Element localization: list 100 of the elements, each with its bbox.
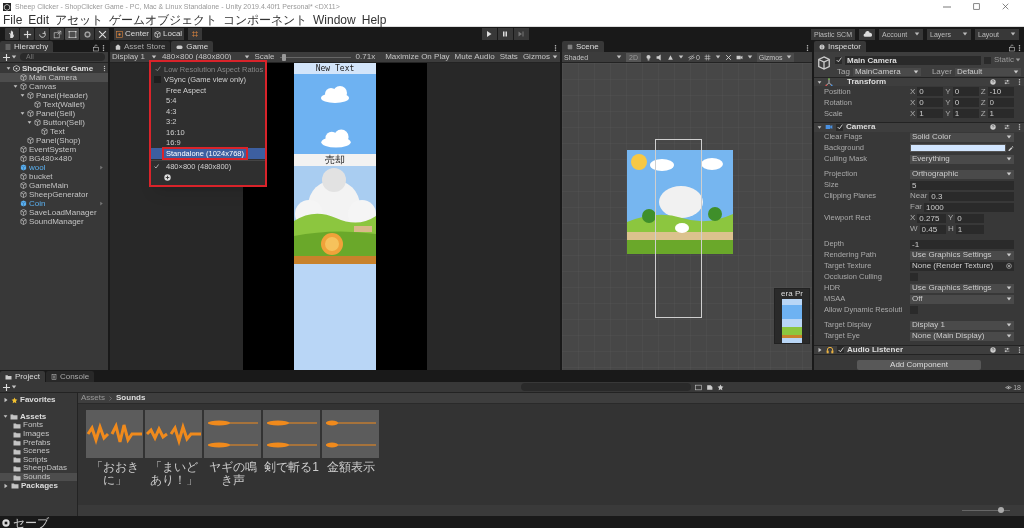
more-icon[interactable] (1018, 44, 1021, 52)
caret-icon[interactable] (817, 346, 823, 353)
waveform-thumbnail[interactable] (204, 410, 261, 458)
input-field[interactable]: -10 (987, 87, 1014, 97)
more-icon[interactable] (554, 44, 557, 52)
menu-item[interactable]: File (3, 13, 23, 26)
menu-item[interactable]: Edit (28, 13, 50, 26)
waveform-thumbnail[interactable] (263, 410, 320, 458)
static-dropdown[interactable]: Static (994, 56, 1021, 64)
hierarchy-item[interactable]: Canvas (0, 82, 108, 91)
waveform-thumbnail[interactable] (145, 410, 202, 458)
input-field[interactable]: 1 (917, 109, 944, 119)
dropdown-field[interactable]: None (Main Display) (910, 331, 1014, 341)
hand-icon[interactable] (7, 29, 17, 39)
eyedropper-icon[interactable] (1008, 145, 1014, 152)
input-field[interactable]: 0 (917, 87, 944, 97)
hierarchy-item[interactable]: SheepGenerator (0, 190, 108, 199)
menu-item[interactable]: Help (361, 13, 387, 26)
name-field[interactable]: Main Camera (845, 55, 981, 65)
object-field[interactable]: None (Render Texture) (910, 261, 1014, 271)
more-icon[interactable] (102, 44, 105, 52)
hierarchy-item[interactable]: Text(Wallet) (0, 100, 108, 109)
more-icon[interactable] (1018, 78, 1021, 87)
dropdown-field[interactable]: Use Graphics Settings (910, 283, 1014, 293)
pause-icon[interactable] (501, 30, 509, 38)
target-icon[interactable] (1006, 263, 1012, 270)
menu-item[interactable]: コンポーネント (223, 13, 308, 26)
input-field[interactable]: 5 (910, 180, 1014, 190)
tag-dropdown[interactable]: MainCamera (852, 68, 921, 76)
menu-item[interactable]: アセット (55, 13, 104, 26)
panel-tab[interactable]: Inspector (814, 41, 866, 52)
more-icon[interactable] (1018, 345, 1021, 354)
input-field[interactable]: 0.45 (919, 224, 946, 234)
rotate-icon[interactable] (37, 29, 47, 39)
project-tree-item[interactable]: Scripts (0, 455, 77, 465)
dropdown-field[interactable]: Display 1 (910, 320, 1014, 330)
sell-button[interactable]: 売却 (294, 154, 376, 166)
input-field[interactable]: 0.3 (929, 191, 1014, 201)
active-checkbox[interactable] (835, 56, 842, 64)
gizmos-dropdown[interactable]: Gizmos (522, 53, 558, 61)
panel-tab[interactable]: Asset Store (110, 41, 171, 52)
input-field[interactable]: 0 (917, 98, 944, 108)
breadcrumb-item[interactable]: Assets (81, 394, 105, 402)
more-icon[interactable] (1018, 123, 1021, 132)
hierarchy-item[interactable]: SaveLoadManager (0, 208, 108, 217)
waveform-thumbnail[interactable] (86, 410, 143, 458)
asset-name[interactable]: 「まいどあり！」 (145, 461, 202, 487)
grid-icon[interactable] (703, 53, 711, 61)
input-field[interactable]: 1 (955, 224, 984, 234)
presets-icon[interactable] (1004, 124, 1010, 131)
asset-name[interactable]: ヤギの鳴き声 (204, 461, 261, 487)
search-field[interactable] (521, 383, 691, 391)
dropdown-field[interactable]: Solid Color (910, 132, 1014, 142)
panel-tab[interactable]: Game (171, 41, 214, 52)
input-field[interactable]: 1000 (924, 202, 1014, 212)
more-icon[interactable] (103, 65, 106, 72)
panel-tab[interactable]: Scene (562, 41, 604, 52)
hierarchy-item[interactable]: Main Camera (0, 73, 108, 82)
tools-icon[interactable] (97, 29, 107, 39)
slider-thumb[interactable] (997, 507, 1004, 513)
scale-icon[interactable] (52, 29, 62, 39)
input-field[interactable]: 0 (987, 98, 1014, 108)
close-icon[interactable] (1002, 3, 1009, 10)
project-tree-item[interactable]: Images (0, 429, 77, 439)
input-field[interactable]: 0 (955, 213, 984, 223)
hierarchy-item[interactable]: Panel(Shop) (0, 136, 108, 145)
tools-icon[interactable] (724, 53, 732, 61)
hierarchy-item[interactable]: GameMain (0, 181, 108, 190)
asset-name[interactable]: 剣で斬る1 (263, 461, 320, 474)
breadcrumb-item[interactable]: Sounds (116, 394, 146, 402)
more-icon[interactable] (806, 44, 809, 52)
grid-snap-icon[interactable] (191, 30, 200, 38)
toggle-button[interactable]: Mute Audio (454, 53, 495, 61)
step-icon[interactable] (517, 30, 525, 38)
hierarchy-item[interactable]: wool (0, 163, 108, 172)
move-icon[interactable] (22, 29, 32, 39)
star-icon[interactable] (717, 383, 724, 391)
input-field[interactable]: 1 (987, 109, 1014, 119)
resolution-dropdown[interactable]: 480×800 (480x800) (161, 53, 250, 61)
project-tree-item[interactable]: Packages (0, 481, 77, 490)
camera-icon[interactable] (735, 53, 743, 61)
presets-icon[interactable] (1004, 79, 1010, 86)
dropdown-field[interactable]: Orthographic (910, 169, 1014, 179)
input-field[interactable]: 1 (952, 109, 979, 119)
waveform-thumbnail[interactable] (322, 410, 379, 458)
panel-tab[interactable]: Hierarchy (0, 41, 54, 52)
enabled-checkbox[interactable] (837, 346, 844, 354)
hierarchy-item[interactable]: Button(Sell) (0, 118, 108, 127)
enabled-checkbox[interactable] (836, 124, 843, 131)
light-bulb-icon[interactable] (644, 53, 652, 61)
hierarchy-item[interactable]: Text (0, 127, 108, 136)
slider-thumb[interactable] (282, 53, 287, 61)
add-component-button[interactable]: Add Component (857, 360, 981, 370)
panel-tab[interactable]: Console (45, 371, 95, 382)
hierarchy-item[interactable]: SoundManager (0, 217, 108, 226)
caret-icon[interactable] (3, 482, 9, 489)
panel-tab[interactable]: Project (0, 371, 45, 382)
dropdown-field[interactable]: Use Graphics Settings (910, 250, 1014, 260)
input-field[interactable]: 0.275 (917, 213, 946, 223)
project-tree-item[interactable]: Sounds (0, 472, 77, 482)
